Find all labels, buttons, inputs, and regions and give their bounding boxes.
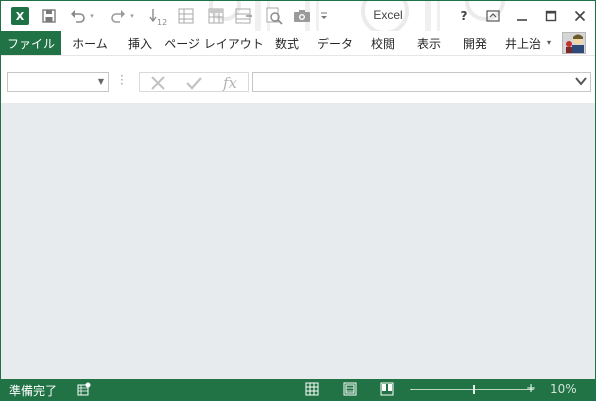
user-name[interactable]: 井上治 (505, 31, 541, 55)
enter-icon[interactable] (182, 74, 206, 92)
title-bar: X ▾ ▾ 12 Excel ? (1, 1, 595, 31)
redo-dropdown-icon[interactable]: ▾ (127, 6, 137, 26)
camera-icon[interactable] (291, 6, 313, 26)
undo-icon[interactable] (67, 6, 89, 26)
excel-logo-icon[interactable]: X (11, 7, 29, 25)
tab-page-layout[interactable]: ページ レイアウト (164, 31, 264, 55)
name-box[interactable]: ▼ (7, 72, 109, 92)
formula-bar: ▼ · · · fx (1, 55, 595, 103)
tab-home[interactable]: ホーム (69, 31, 111, 55)
zoom-slider-thumb[interactable] (473, 385, 475, 394)
insert-function-button[interactable]: fx (218, 74, 242, 92)
excel-window: X ▾ ▾ 12 Excel ? ファイル ホーム 挿入 ページ レイアウト 数… (0, 0, 596, 401)
customize-qat-icon[interactable] (317, 6, 331, 26)
tab-file[interactable]: ファイル (1, 31, 61, 55)
tab-review[interactable]: 校閲 (364, 31, 402, 55)
formula-input[interactable] (252, 72, 591, 92)
undo-dropdown-icon[interactable]: ▾ (87, 6, 97, 26)
print-preview-icon[interactable] (263, 6, 285, 26)
zoom-in-button[interactable]: + (526, 381, 536, 395)
zoom-level[interactable]: 10% (550, 382, 577, 396)
tab-developer[interactable]: 開発 (456, 31, 494, 55)
sort-icon[interactable]: 12 (147, 6, 169, 26)
insert-rows-icon[interactable] (233, 6, 255, 26)
svg-text:12: 12 (157, 18, 167, 26)
fx-label: fx (222, 74, 237, 92)
freeze-panes-icon[interactable] (175, 6, 197, 26)
ribbon-tabs: ファイル ホーム 挿入 ページ レイアウト 数式 データ 校閲 表示 開発 井上… (1, 31, 595, 55)
formula-bar-grip-icon[interactable]: · · · (120, 70, 124, 90)
tab-data[interactable]: データ (314, 31, 356, 55)
status-text: 準備完了 (9, 384, 58, 398)
tab-formulas[interactable]: 数式 (268, 31, 306, 55)
page-break-preview-icon[interactable] (378, 381, 396, 397)
macro-recording-icon[interactable] (75, 381, 93, 397)
minimize-button[interactable] (509, 5, 535, 27)
normal-view-icon[interactable] (303, 381, 321, 397)
redo-icon[interactable] (107, 6, 129, 26)
page-layout-view-icon[interactable] (341, 381, 359, 397)
cancel-icon[interactable] (146, 74, 170, 92)
formula-buttons: fx (139, 72, 249, 92)
ribbon-display-options-button[interactable] (480, 5, 506, 27)
save-icon[interactable] (38, 6, 60, 26)
workbook-area (1, 103, 595, 379)
expand-formula-bar-icon[interactable] (575, 76, 587, 89)
ribbon-display-icon (486, 10, 500, 22)
help-button[interactable]: ? (451, 5, 477, 27)
maximize-button[interactable] (538, 5, 564, 27)
user-menu-caret-icon[interactable]: ▾ (547, 38, 551, 47)
tab-insert[interactable]: 挿入 (121, 31, 159, 55)
minimize-icon (517, 19, 527, 21)
close-button[interactable] (567, 5, 593, 27)
close-icon (574, 10, 586, 22)
name-box-dropdown-icon[interactable]: ▼ (98, 77, 104, 86)
tab-view[interactable]: 表示 (410, 31, 448, 55)
avatar[interactable] (562, 32, 586, 54)
maximize-icon (545, 10, 557, 22)
table-icon[interactable] (205, 6, 227, 26)
status-bar: 準備完了 - + 10% (1, 379, 595, 400)
